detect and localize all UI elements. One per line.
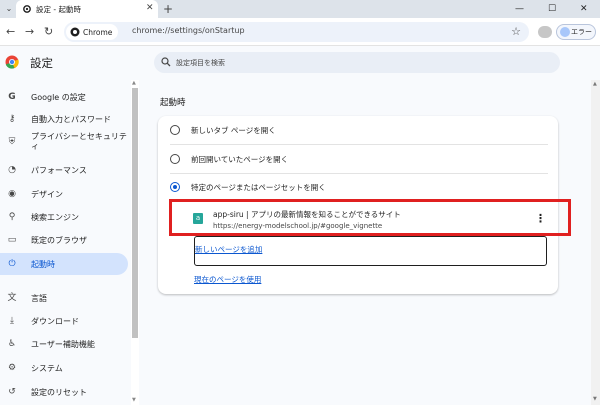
sidebar-item-label: 起動時 (31, 260, 55, 269)
sidebar-item-label: パフォーマンス (31, 166, 87, 175)
tab-title: 設定 - 起動時 (36, 5, 81, 14)
sidebar-item-default-browser[interactable]: ▭ 既定のブラウザ (0, 229, 128, 251)
reset-icon: ↺ (8, 387, 16, 397)
power-icon: ⏻ (8, 259, 16, 269)
sidebar-item-google[interactable]: G Google の設定 (0, 86, 128, 108)
tab-strip: ⌄ 設定 - 起動時 ✕ + — ☐ ✕ (0, 0, 600, 18)
use-current-pages-link[interactable]: 現在のページを使用 (194, 274, 261, 285)
google-icon: G (8, 92, 16, 102)
option-label: 前回開いていたページを開く (191, 155, 289, 164)
sidebar-item-languages[interactable]: 文 言語 (0, 287, 128, 309)
url-text[interactable]: chrome://settings/onStartup (132, 26, 245, 35)
extension-icon[interactable] (538, 26, 552, 38)
palette-icon: ◉ (8, 189, 16, 199)
chevron-down-icon[interactable]: ⌄ (3, 3, 15, 15)
scroll-up-icon[interactable]: ▲ (593, 81, 597, 87)
profile-error-button[interactable]: エラー (556, 24, 596, 40)
profile-error-label: エラー (571, 28, 592, 36)
avatar (560, 27, 570, 37)
sidebar-item-appearance[interactable]: ◉ デザイン (0, 183, 128, 205)
forward-arrow-icon[interactable]: → (25, 25, 34, 39)
section-title: 起動時 (160, 98, 186, 108)
shield-icon: ⛨ (8, 137, 16, 147)
reload-icon[interactable]: ↻ (44, 25, 53, 39)
sidebar-item-accessibility[interactable]: ♿ ユーザー補助機能 (0, 333, 128, 355)
sidebar-item-label: プライバシーとセキュリティ (31, 132, 127, 151)
sidebar-item-label: ユーザー補助機能 (31, 340, 95, 349)
option-specific-pages[interactable]: 特定のページまたはページセットを開く (158, 173, 558, 201)
option-new-tab[interactable]: 新しいタブ ページを開く (158, 116, 558, 144)
radio-button[interactable] (170, 125, 180, 135)
sidebar-item-search-engine[interactable]: ⚲ 検索エンジン (0, 206, 128, 228)
scroll-down-icon[interactable]: ▼ (593, 396, 597, 402)
sidebar-item-autofill[interactable]: ⚷ 自動入力とパスワード (0, 108, 128, 130)
sidebar-item-on-startup[interactable]: ⏻ 起動時 (0, 253, 128, 275)
sidebar-item-label: 自動入力とパスワード (31, 115, 111, 124)
settings-gear-icon (23, 5, 31, 13)
new-tab-button[interactable]: + (163, 2, 173, 16)
settings-search-input[interactable]: 設定項目を検索 (154, 52, 560, 73)
wrench-icon: ⚙ (7, 363, 17, 373)
browser-icon: ▭ (7, 235, 17, 245)
add-new-page-link[interactable]: 新しいページを追加 (195, 244, 262, 255)
address-bar[interactable]: Chrome chrome://settings/onStartup ☆ (64, 22, 529, 42)
sidebar-item-privacy[interactable]: ⛨ プライバシーとセキュリティ (0, 131, 128, 153)
scroll-down-icon[interactable]: ▼ (132, 397, 136, 403)
maximize-button[interactable]: ☐ (548, 2, 556, 16)
sidebar-item-label: 検索エンジン (31, 213, 79, 222)
option-continue[interactable]: 前回開いていたページを開く (158, 145, 558, 173)
download-icon: ⤓ (10, 316, 14, 326)
sidebar-item-label: Google の設定 (31, 93, 86, 102)
tab-close-icon[interactable]: ✕ (146, 3, 154, 14)
sidebar-item-label: 言語 (31, 294, 47, 303)
bookmark-star-icon[interactable]: ☆ (511, 25, 521, 39)
sidebar-item-label: 設定のリセット (31, 388, 87, 397)
search-icon (161, 57, 171, 67)
chrome-logo-icon (70, 27, 80, 37)
sidebar-item-label: デザイン (31, 190, 63, 199)
chrome-logo-icon (5, 55, 19, 69)
tab-settings[interactable]: 設定 - 起動時 ✕ (16, 0, 158, 18)
sidebar-scrollbar-thumb[interactable] (132, 88, 138, 338)
scroll-up-icon[interactable]: ▲ (132, 80, 136, 86)
close-window-button[interactable]: ✕ (580, 2, 588, 16)
sidebar-item-label: システム (31, 364, 63, 373)
accessibility-icon: ♿ (7, 339, 17, 349)
add-page-focus-box: 新しいページを追加 (194, 236, 547, 266)
settings-sidebar: G Google の設定 ⚷ 自動入力とパスワード ⛨ プライバシーとセキュリテ… (0, 80, 130, 405)
sidebar-item-label: ダウンロード (31, 317, 79, 326)
back-arrow-icon[interactable]: ← (6, 25, 15, 39)
site-info-chip[interactable]: Chrome (66, 24, 119, 40)
key-icon: ⚷ (8, 114, 16, 124)
speed-icon: ◔ (8, 165, 16, 175)
radio-button-selected[interactable] (170, 182, 180, 192)
option-label: 特定のページまたはページセットを開く (191, 183, 326, 192)
minimize-button[interactable]: — (515, 2, 524, 16)
main-scrollbar[interactable]: ▲ ▼ (591, 80, 600, 405)
chip-label: Chrome (83, 27, 113, 37)
sidebar-item-performance[interactable]: ◔ パフォーマンス (0, 159, 128, 181)
sidebar-item-downloads[interactable]: ⤓ ダウンロード (0, 310, 128, 332)
sidebar-item-system[interactable]: ⚙ システム (0, 357, 128, 379)
browser-toolbar: ← → ↻ Chrome chrome://settings/onStartup… (0, 18, 600, 46)
sidebar-item-reset[interactable]: ↺ 設定のリセット (0, 381, 128, 403)
sidebar-item-label: 既定のブラウザ (31, 236, 87, 245)
search-icon: ⚲ (8, 212, 16, 222)
page-title: 設定 (30, 56, 53, 70)
option-label: 新しいタブ ページを開く (191, 126, 276, 135)
search-placeholder: 設定項目を検索 (176, 59, 225, 67)
radio-button[interactable] (170, 154, 180, 164)
translate-icon: 文 (7, 293, 17, 303)
highlight-annotation (169, 199, 571, 236)
